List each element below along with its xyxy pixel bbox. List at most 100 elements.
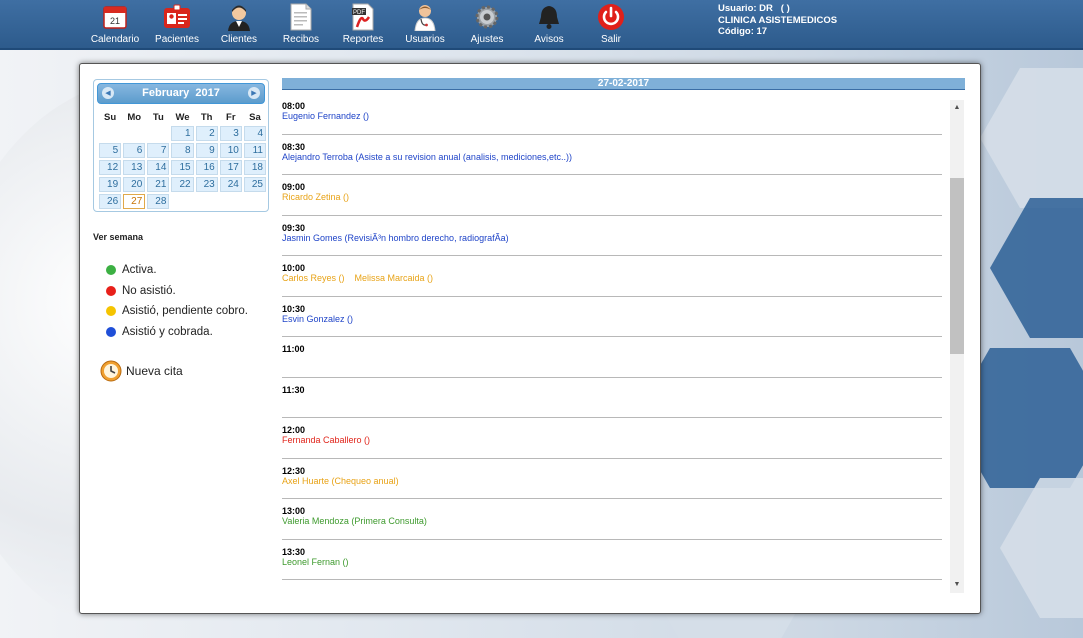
calendar-day[interactable]: 28 [147,194,170,209]
chevron-right-icon: ▶ [251,90,257,97]
calendar-empty-cell [244,194,266,209]
appointment-link[interactable]: Eugenio Fernandez () [282,111,369,121]
time-slot[interactable]: 11:00 [282,337,942,378]
time-slot[interactable]: 08:30 Alejandro Terroba (Asiste a su revi… [282,135,942,175]
time-slot[interactable]: 10:30 Esvin Gonzalez () [282,297,942,337]
slot-appointments: Fernanda Caballero () [282,435,942,446]
nueva-cita-button[interactable]: Nueva cita [100,360,183,382]
status-dot-icon [106,265,116,276]
time-slot[interactable]: 12:00 Fernanda Caballero () [282,418,942,459]
legend-label: Asistió, pendiente cobro. [122,305,248,318]
calendar-empty-cell [220,194,242,209]
user-name: Usuario: DR ( ) [718,3,790,14]
time-slot[interactable]: 10:00 Carlos Reyes () Melissa Marcaida () [282,256,942,297]
time-slot[interactable]: 13:00 Valeria Mendoza (Primera Consulta) [282,499,942,540]
time-slot[interactable]: 09:30 Jasmin Gomes (RevisiÃ³n hombro dere… [282,216,942,256]
time-slot[interactable]: 13:30 Leonel Fernan () [282,540,942,580]
scroll-thumb[interactable] [950,178,964,354]
calendar-day[interactable]: 24 [219,177,242,192]
calendar-day-today[interactable]: 27 [123,194,146,209]
calendar-day[interactable]: 5 [99,143,122,158]
nav-reportes[interactable]: PDF Reportes [332,0,394,48]
calendar-day[interactable]: 22 [171,177,194,192]
calendar-day[interactable]: 4 [243,126,266,141]
calendar-day[interactable]: 21 [147,177,170,192]
calendar-day[interactable]: 20 [123,177,146,192]
ver-semana-link[interactable]: Ver semana [93,232,143,242]
calendar-day[interactable]: 26 [99,194,122,209]
calendar-day[interactable]: 25 [243,177,266,192]
patient-card-icon [163,3,191,31]
calendar-day[interactable]: 10 [219,143,242,158]
time-slot[interactable]: 08:00 Eugenio Fernandez () [282,94,942,135]
slot-appointments: Axel Huarte (Chequeo anual) [282,476,942,487]
calendar-day[interactable]: 13 [123,160,146,175]
status-dot-icon [106,326,116,337]
nav-clientes[interactable]: Clientes [208,0,270,48]
calendar-day[interactable]: 8 [171,143,194,158]
weekday-header: Tu [152,112,164,123]
calendar-day[interactable]: 12 [99,160,122,175]
appointment-link[interactable]: Melissa Marcaida () [355,273,434,283]
appointment-link[interactable]: Ricardo Zetina () [282,192,349,202]
calendar-day[interactable]: 18 [243,160,266,175]
slot-appointments: Valeria Mendoza (Primera Consulta) [282,516,942,527]
nav-avisos[interactable]: Avisos [518,0,580,48]
power-icon [597,3,625,31]
status-dot-icon [106,306,116,317]
clients-icon [225,3,253,31]
calendar-day[interactable]: 9 [195,143,218,158]
user-info: Usuario: DR ( ) CLINICA ASISTEMEDICOS Có… [718,3,837,38]
slot-appointments: Leonel Fernan () [282,557,942,568]
calendar-day[interactable]: 1 [171,126,194,141]
appointment-link[interactable]: Leonel Fernan () [282,557,349,567]
appointment-link[interactable]: Fernanda Caballero () [282,435,370,445]
calendar-day[interactable]: 17 [219,160,242,175]
appointment-link[interactable]: Alejandro Terroba (Asiste a su revision … [282,152,572,162]
next-month-button[interactable]: ▶ [248,87,260,99]
nav-salir[interactable]: Salir [580,0,642,48]
appointment-link[interactable]: Esvin Gonzalez () [282,314,353,324]
appointment-link[interactable]: Valeria Mendoza (Primera Consulta) [282,516,427,526]
slot-time: 12:30 [282,465,306,476]
appointment-link[interactable]: Axel Huarte (Chequeo anual) [282,476,399,486]
user-code: Código: 17 [718,26,768,37]
time-slot[interactable]: 09:00 Ricardo Zetina () [282,175,942,216]
legend-item: Asistió y cobrada. [106,322,248,343]
nav-calendario[interactable]: 21 Calendario [84,0,146,48]
nav-usuarios[interactable]: Usuarios [394,0,456,48]
slot-time: 08:00 [282,101,306,111]
calendar-day[interactable]: 2 [195,126,218,141]
calendar-day[interactable]: 3 [219,126,242,141]
calendar-day[interactable]: 7 [147,143,170,158]
calendar-day[interactable]: 23 [195,177,218,192]
legend-item: Asistió, pendiente cobro. [106,301,248,322]
legend-item: Activa. [106,260,248,281]
appointment-link[interactable]: Carlos Reyes () [282,273,345,283]
legend-item: No asistió. [106,281,248,302]
scroll-down-arrow-icon[interactable]: ▼ [950,579,964,591]
calendar-day[interactable]: 11 [243,143,266,158]
calendar-month-title: February 2017 [142,87,220,99]
time-slot[interactable]: 11:30 [282,378,942,418]
nav-recibos[interactable]: Recibos [270,0,332,48]
appointment-link[interactable]: Jasmin Gomes (RevisiÃ³n hombro derecho, … [282,233,509,243]
time-slot[interactable]: 12:30 Axel Huarte (Chequeo anual) [282,459,942,499]
agenda-scrollbar[interactable]: ▲ ▼ [950,100,964,593]
clock-icon [100,360,122,382]
slot-time: 13:00 [282,506,306,516]
slot-time: 13:30 [282,546,306,557]
scroll-up-arrow-icon[interactable]: ▲ [950,102,964,114]
calendar-day[interactable]: 6 [123,143,146,158]
nav-ajustes[interactable]: Ajustes [456,0,518,48]
agenda-list[interactable]: 08:00 Eugenio Fernandez () 08:30 Alejandro … [282,94,942,599]
calendar-day[interactable]: 15 [171,160,194,175]
calendar-day[interactable]: 19 [99,177,122,192]
slot-appointments: Jasmin Gomes (RevisiÃ³n hombro derecho, … [282,233,942,244]
calendar-header: ◀ February 2017 ▶ [97,83,265,104]
nav-pacientes[interactable]: Pacientes [146,0,208,48]
calendar-empty-cell [196,194,218,209]
calendar-day[interactable]: 14 [147,160,170,175]
status-dot-icon [106,285,116,296]
calendar-day[interactable]: 16 [195,160,218,175]
